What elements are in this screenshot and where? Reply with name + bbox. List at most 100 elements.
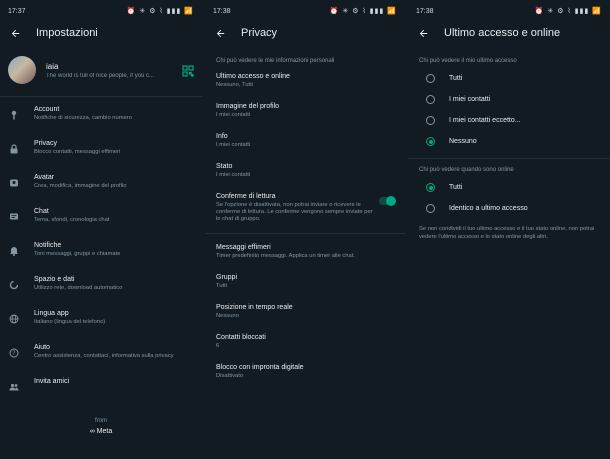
radio-button-selected[interactable] xyxy=(426,137,435,146)
status-icons: ⏰ ✳ ⚙ ⌇ ▮▮▮ 📶 xyxy=(534,8,602,15)
privacy-item-fingerprint-lock[interactable]: Blocco con impronta digitale Disattivato xyxy=(205,364,405,380)
option-label: Tutti xyxy=(449,75,463,82)
item-label: Avatar xyxy=(34,174,55,181)
item-subtitle: I miei contatti xyxy=(216,172,251,178)
privacy-item-last-seen[interactable]: Ultimo accesso e online Nessuno, Tutti xyxy=(205,73,405,89)
data-usage-icon xyxy=(8,279,20,291)
meta-logo: ∞ Meta xyxy=(89,428,113,435)
from-label: from xyxy=(95,418,107,424)
privacy-item-read-receipts[interactable]: Conferme di lettura Se l'opzione è disat… xyxy=(205,193,405,223)
radio-option-contacts-except[interactable]: I miei contatti eccetto... xyxy=(408,110,610,131)
option-label: Tutti xyxy=(449,184,463,191)
item-label: Contatti bloccati xyxy=(216,334,266,341)
settings-list: Account Notifiche di sicurezza, cambio nu… xyxy=(0,101,202,407)
profile-about: The world is full of nice people, if you… xyxy=(46,72,155,79)
option-label: Identico a ultimo accesso xyxy=(449,205,528,212)
settings-item-language[interactable]: Lingua app Italiano (lingua del telefono) xyxy=(0,305,202,339)
radio-option-online-everyone[interactable]: Tutti xyxy=(408,177,610,198)
item-label: Conferme di lettura xyxy=(216,193,276,200)
item-label: Spazio e dati xyxy=(34,276,75,283)
radio-button[interactable] xyxy=(426,204,435,213)
avatar-icon xyxy=(8,177,20,189)
item-label: Chat xyxy=(34,208,49,215)
item-label: Blocco con impronta digitale xyxy=(216,364,304,371)
status-bar: 17:38 ⏰ ✳ ⚙ ⌇ ▮▮▮ 📶 xyxy=(408,0,610,22)
qr-code-icon[interactable] xyxy=(182,64,194,77)
item-label: Immagine del profilo xyxy=(216,103,280,110)
settings-screen: 17:37 ⏰ ✳ ⚙ ⌇ ▮▮▮ 📶 Impostazioni iaia Th… xyxy=(0,0,202,459)
status-time: 17:38 xyxy=(416,7,434,15)
option-label: Nessuno xyxy=(449,138,477,145)
radio-option-everyone[interactable]: Tutti xyxy=(408,68,610,89)
status-time: 17:37 xyxy=(8,7,26,15)
settings-item-notifications[interactable]: Notifiche Toni messaggi, gruppi e chiamat… xyxy=(0,237,202,271)
section-header-online: Chi può vedere quando sono online xyxy=(419,167,514,173)
back-arrow-icon[interactable] xyxy=(416,26,430,40)
option-label: I miei contatti eccetto... xyxy=(449,117,521,124)
lock-icon xyxy=(8,143,20,155)
status-icons: ⏰ ✳ ⚙ ⌇ ▮▮▮ 📶 xyxy=(126,8,194,15)
settings-item-storage[interactable]: Spazio e dati Utilizzo rete, download aut… xyxy=(0,271,202,305)
divider xyxy=(0,96,202,97)
item-subtitle: Centro assistenza, contattaci, informati… xyxy=(34,353,174,359)
item-label: Messaggi effimeri xyxy=(216,244,271,251)
globe-icon xyxy=(8,313,20,325)
item-subtitle: I miei contatti xyxy=(216,142,251,148)
status-icons: ⏰ ✳ ⚙ ⌇ ▮▮▮ 📶 xyxy=(329,8,397,15)
avatar[interactable] xyxy=(8,56,36,84)
radio-option-my-contacts[interactable]: I miei contatti xyxy=(408,89,610,110)
item-subtitle: I miei contatti xyxy=(216,112,251,118)
settings-item-invite[interactable]: Invita amici xyxy=(0,373,202,407)
status-time: 17:38 xyxy=(213,7,231,15)
help-icon: ? xyxy=(8,347,20,359)
settings-item-privacy[interactable]: Privacy Blocco contatti, messaggi effimer… xyxy=(0,135,202,169)
people-icon xyxy=(8,381,20,393)
option-label: I miei contatti xyxy=(449,96,491,103)
read-receipts-toggle[interactable] xyxy=(379,196,396,206)
item-subtitle: Utilizzo rete, download automatico xyxy=(34,285,123,291)
page-title: Privacy xyxy=(241,27,278,39)
privacy-item-profile-photo[interactable]: Immagine del profilo I miei contatti xyxy=(205,103,405,119)
privacy-screen: 17:38 ⏰ ✳ ⚙ ⌇ ▮▮▮ 📶 Privacy Chi può vede… xyxy=(205,0,405,459)
app-bar: Ultimo accesso e online xyxy=(408,22,610,44)
radio-button-selected[interactable] xyxy=(426,183,435,192)
item-subtitle: Blocco contatti, messaggi effimeri xyxy=(34,149,121,155)
item-label: Aiuto xyxy=(34,344,50,351)
item-subtitle: Disattivato xyxy=(216,373,244,379)
settings-item-account[interactable]: Account Notifiche di sicurezza, cambio nu… xyxy=(0,101,202,135)
profile-card[interactable]: iaia The world is full of nice people, i… xyxy=(0,52,202,88)
item-label: Lingua app xyxy=(34,310,69,317)
privacy-item-blocked-contacts[interactable]: Contatti bloccati 6 xyxy=(205,334,405,350)
privacy-item-status[interactable]: Stato I miei contatti xyxy=(205,163,405,179)
privacy-item-about[interactable]: Info I miei contatti xyxy=(205,133,405,149)
back-arrow-icon[interactable] xyxy=(213,26,227,40)
radio-option-same-as-last-seen[interactable]: Identico a ultimo accesso xyxy=(408,198,610,219)
last-seen-screen: 17:38 ⏰ ✳ ⚙ ⌇ ▮▮▮ 📶 Ultimo accesso e onl… xyxy=(408,0,610,459)
radio-button[interactable] xyxy=(426,116,435,125)
item-subtitle: Toni messaggi, gruppi e chiamate xyxy=(34,251,121,257)
item-label: Gruppi xyxy=(216,274,238,281)
page-title: Impostazioni xyxy=(36,27,98,39)
privacy-item-live-location[interactable]: Posizione in tempo reale Nessuno xyxy=(205,304,405,320)
key-icon xyxy=(8,109,20,121)
radio-button[interactable] xyxy=(426,74,435,83)
back-arrow-icon[interactable] xyxy=(8,26,22,40)
item-subtitle: Italiano (lingua del telefono) xyxy=(34,319,106,325)
item-subtitle: 6 xyxy=(216,343,220,349)
status-bar: 17:37 ⏰ ✳ ⚙ ⌇ ▮▮▮ 📶 xyxy=(0,0,202,22)
radio-button[interactable] xyxy=(426,95,435,104)
settings-item-chat[interactable]: Chat Tema, sfondi, cronologia chat xyxy=(0,203,202,237)
radio-option-nobody[interactable]: Nessuno xyxy=(408,131,610,152)
divider xyxy=(205,233,405,234)
settings-item-help[interactable]: ? Aiuto Centro assistenza, contattaci, in… xyxy=(0,339,202,373)
app-bar: Privacy xyxy=(205,22,405,44)
item-label: Notifiche xyxy=(34,242,62,249)
info-note: Se non condividi il tuo ultimo accesso e… xyxy=(419,226,595,240)
item-label: Invita amici xyxy=(34,378,70,385)
settings-item-avatar[interactable]: Avatar Crea, modifica, immagine del profi… xyxy=(0,169,202,203)
item-label: Privacy xyxy=(34,140,57,147)
status-bar: 17:38 ⏰ ✳ ⚙ ⌇ ▮▮▮ 📶 xyxy=(205,0,405,22)
item-label: Account xyxy=(34,106,60,113)
privacy-item-groups[interactable]: Gruppi Tutti xyxy=(205,274,405,290)
privacy-item-disappearing-messages[interactable]: Messaggi effimeri Timer predefinito mess… xyxy=(205,244,405,260)
